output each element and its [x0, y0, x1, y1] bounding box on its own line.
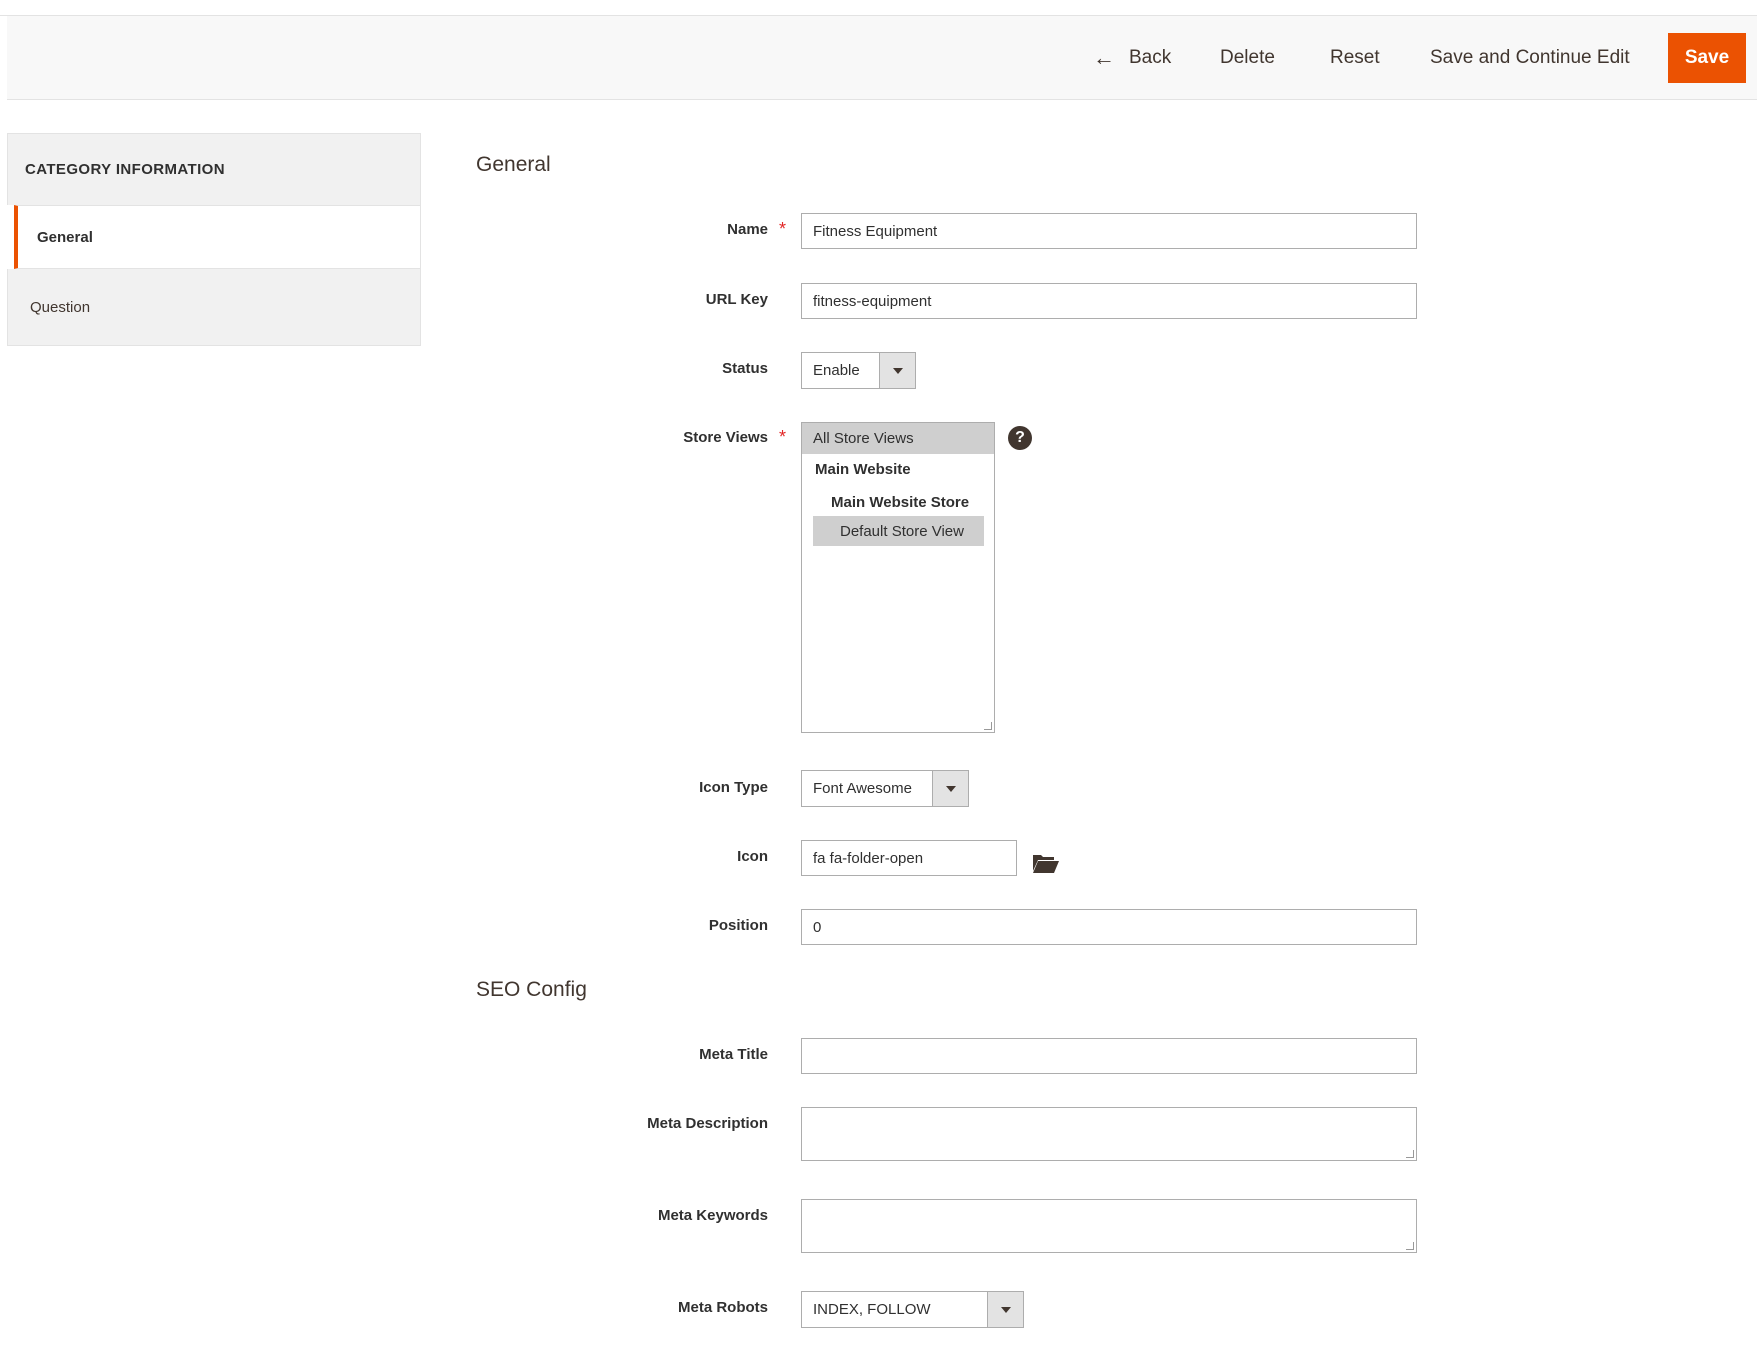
- store-view-group-website: Main Website: [815, 461, 911, 478]
- folder-open-icon[interactable]: [1032, 852, 1060, 874]
- page-actions-bar: ← Back Delete Reset Save and Continue Ed…: [7, 16, 1757, 100]
- icon-label: Icon: [737, 848, 768, 865]
- meta-description-label: Meta Description: [647, 1115, 768, 1132]
- meta-title-label: Meta Title: [699, 1046, 768, 1063]
- sidebar-title: CATEGORY INFORMATION: [7, 133, 421, 205]
- meta-robots-value: INDEX, FOLLOW: [813, 1301, 931, 1318]
- name-input[interactable]: Fitness Equipment: [801, 213, 1417, 249]
- section-title-general: General: [476, 153, 551, 176]
- resize-handle[interactable]: [984, 722, 992, 730]
- required-marker: *: [779, 219, 787, 239]
- required-marker: *: [779, 427, 787, 447]
- meta-description-textarea[interactable]: [801, 1107, 1417, 1161]
- icon-type-select[interactable]: Font Awesome: [801, 770, 969, 807]
- status-select[interactable]: Enable: [801, 352, 916, 389]
- name-label: Name: [727, 221, 768, 238]
- url-key-label: URL Key: [705, 291, 768, 308]
- meta-keywords-textarea[interactable]: [801, 1199, 1417, 1253]
- category-edit-page: ← Back Delete Reset Save and Continue Ed…: [0, 0, 1757, 1345]
- store-views-label: Store Views: [683, 429, 768, 446]
- save-button[interactable]: Save: [1668, 33, 1746, 83]
- position-label: Position: [708, 917, 768, 934]
- store-view-option-default[interactable]: Default Store View: [813, 516, 984, 546]
- sidebar-item-question[interactable]: Question: [7, 269, 421, 346]
- icon-type-label: Icon Type: [699, 779, 768, 796]
- delete-button[interactable]: Delete: [1220, 33, 1275, 83]
- url-key-input[interactable]: fitness-equipment: [801, 283, 1417, 319]
- icon-type-value: Font Awesome: [813, 780, 912, 797]
- store-view-group-store: Main Website Store: [831, 494, 970, 511]
- chevron-down-icon: [879, 353, 915, 388]
- back-button[interactable]: ← Back: [1093, 33, 1171, 83]
- back-label: Back: [1129, 47, 1172, 68]
- meta-title-input[interactable]: [801, 1038, 1417, 1074]
- meta-robots-label: Meta Robots: [678, 1299, 768, 1316]
- resize-handle[interactable]: [1406, 1150, 1414, 1158]
- status-label: Status: [722, 360, 768, 377]
- chevron-down-icon: [987, 1292, 1023, 1327]
- reset-button[interactable]: Reset: [1330, 33, 1380, 83]
- question-circle-icon[interactable]: ?: [1008, 426, 1032, 450]
- chevron-down-icon: [932, 771, 968, 806]
- icon-input[interactable]: fa fa-folder-open: [801, 840, 1017, 876]
- save-and-continue-button[interactable]: Save and Continue Edit: [1430, 33, 1630, 83]
- section-title-seo: SEO Config: [476, 978, 587, 1001]
- arrow-left-icon: ←: [1093, 45, 1115, 70]
- meta-keywords-label: Meta Keywords: [657, 1207, 768, 1224]
- meta-robots-select[interactable]: INDEX, FOLLOW: [801, 1291, 1024, 1328]
- status-value: Enable: [813, 362, 860, 379]
- store-view-option-all[interactable]: All Store Views: [802, 423, 994, 454]
- store-views-multiselect[interactable]: All Store Views Main Website Main Websit…: [801, 422, 995, 733]
- sidebar-nav: CATEGORY INFORMATION General Question: [7, 133, 421, 346]
- position-input[interactable]: 0: [801, 909, 1417, 945]
- sidebar-item-general[interactable]: General: [14, 205, 421, 269]
- resize-handle[interactable]: [1406, 1242, 1414, 1250]
